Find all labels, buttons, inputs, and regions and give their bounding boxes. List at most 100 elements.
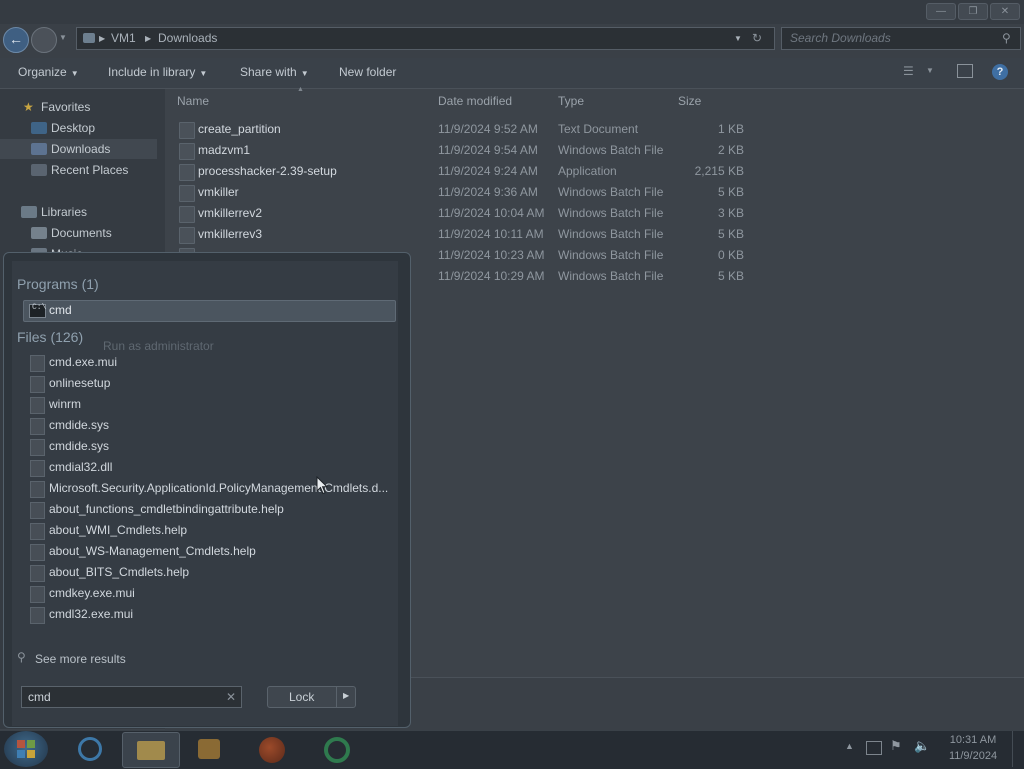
chevron-down-icon: ▼ — [300, 69, 309, 78]
nav-documents-label: Documents — [51, 226, 112, 240]
file-result-label: about_WS-Management_Cmdlets.help — [49, 544, 256, 558]
file-type: Windows Batch File — [558, 248, 664, 262]
start-button[interactable] — [4, 731, 48, 767]
clock-time: 10:31 AM — [949, 734, 997, 746]
file-result-item[interactable]: cmdl32.exe.mui — [30, 604, 395, 625]
column-header-name[interactable]: Name — [177, 94, 209, 108]
file-name: vmkillerrev2 — [198, 206, 263, 220]
search-icon[interactable]: ⚲ — [1002, 28, 1011, 49]
start-search-input[interactable]: cmd ✕ — [21, 686, 242, 708]
show-desktop-button[interactable] — [1012, 731, 1024, 767]
file-result-item[interactable]: cmd.exe.mui — [30, 352, 395, 373]
file-row[interactable]: processhacker-2.39-setup 11/9/2024 9:24 A… — [175, 161, 755, 182]
recent-places-icon — [31, 164, 47, 176]
command-prompt-icon: C:\ — [29, 303, 47, 318]
file-result-item[interactable]: cmdide.sys — [30, 436, 395, 457]
file-date-modified: 11/9/2024 9:36 AM — [438, 185, 538, 199]
file-result-item[interactable]: cmdial32.dll — [30, 457, 395, 478]
view-options-icon[interactable]: ☰ — [903, 64, 914, 78]
back-button[interactable]: ← — [3, 27, 29, 53]
search-input[interactable]: Search Downloads ⚲ — [781, 27, 1021, 50]
prompt-glyph: C:\ — [32, 303, 47, 312]
file-date-modified: 11/9/2024 9:52 AM — [438, 122, 538, 136]
organize-button[interactable]: Organize ▼ — [18, 65, 79, 79]
file-result-label: about_WMI_Cmdlets.help — [49, 523, 188, 537]
network-icon[interactable] — [866, 741, 882, 755]
file-result-item[interactable]: about_BITS_Cmdlets.help — [30, 562, 395, 583]
file-result-label: onlinesetup — [49, 376, 111, 390]
file-row[interactable]: vmkillerrev2 11/9/2024 10:04 AM Windows Ba… — [175, 203, 755, 224]
file-date-modified: 11/9/2024 10:29 AM — [438, 269, 545, 283]
search-placeholder: Search Downloads — [790, 31, 891, 45]
taskbar-windows-explorer[interactable] — [122, 732, 180, 768]
file-result-item[interactable]: about_WS-Management_Cmdlets.help — [30, 541, 395, 562]
file-result-item[interactable]: cmdide.sys — [30, 415, 395, 436]
address-bar[interactable]: ▶ VM1 ▶ Downloads ▼ ↻ — [76, 27, 775, 50]
file-icon — [30, 355, 45, 372]
nav-recent-places[interactable]: Recent Places — [0, 160, 160, 180]
nav-favorites[interactable]: ★ Favorites — [0, 97, 160, 117]
taskbar-internet-explorer[interactable] — [63, 732, 119, 766]
new-folder-button[interactable]: New folder — [339, 65, 396, 79]
file-type: Windows Batch File — [558, 185, 664, 199]
file-result-item[interactable]: Microsoft.Security.ApplicationId.PolicyM… — [30, 478, 395, 499]
file-result-item[interactable]: onlinesetup — [30, 373, 395, 394]
new-folder-label: New folder — [339, 65, 397, 79]
minimize-button[interactable]: — — [926, 3, 956, 20]
column-header-type[interactable]: Type — [558, 94, 584, 108]
file-size: 2 KB — [717, 143, 744, 157]
lock-button[interactable]: Lock ▶ — [267, 686, 356, 708]
nav-libraries[interactable]: Libraries — [0, 202, 160, 222]
application-icon — [179, 164, 195, 181]
include-in-library-button[interactable]: Include in library ▼ — [108, 65, 207, 79]
file-type: Windows Batch File — [558, 227, 664, 241]
green-circle-app-icon — [324, 737, 350, 763]
column-header-size[interactable]: Size — [678, 94, 701, 108]
recent-pages-chevron-icon[interactable]: ▼ — [59, 33, 67, 42]
restore-button[interactable]: ❐ — [958, 3, 988, 20]
address-dropdown-icon[interactable]: ▼ — [734, 28, 742, 49]
help-icon[interactable]: ? — [992, 64, 1008, 80]
forward-button[interactable] — [31, 27, 57, 53]
refresh-icon[interactable]: ↻ — [752, 28, 762, 49]
preview-pane-icon[interactable] — [957, 64, 973, 78]
nav-documents[interactable]: Documents — [0, 223, 160, 243]
nav-downloads[interactable]: Downloads — [0, 139, 157, 159]
shutdown-options-chevron-icon[interactable]: ▶ — [343, 691, 349, 700]
breadcrumb-item-downloads[interactable]: Downloads — [158, 28, 217, 49]
breadcrumb-item-vm1[interactable]: VM1 — [111, 28, 136, 49]
action-center-flag-icon[interactable]: ⚑ — [890, 738, 902, 754]
taskbar-app-green[interactable] — [310, 732, 366, 766]
file-result-label: cmdial32.dll — [49, 460, 113, 474]
taskbar-firefox[interactable] — [245, 732, 301, 766]
share-with-button[interactable]: Share with ▼ — [240, 65, 309, 79]
taskbar-media-player[interactable] — [181, 732, 237, 766]
close-button[interactable]: ✕ — [990, 3, 1020, 20]
file-row[interactable]: create_partition 11/9/2024 9:52 AM Text Do… — [175, 119, 755, 140]
file-icon — [30, 376, 45, 393]
program-result-cmd[interactable]: C:\ cmd — [23, 300, 396, 322]
file-date-modified: 11/9/2024 10:11 AM — [438, 227, 544, 241]
arrow-left-icon: ← — [9, 31, 23, 47]
file-icon — [30, 607, 45, 624]
volume-icon[interactable]: 🔈 — [914, 738, 930, 754]
see-more-label: See more results — [35, 652, 126, 666]
media-player-icon — [198, 739, 220, 759]
file-row[interactable]: vmkillerrev3 11/9/2024 10:11 AM Windows Ba… — [175, 224, 755, 245]
file-result-item[interactable]: about_functions_cmdletbindingattribute.h… — [30, 499, 395, 520]
file-result-label: cmdide.sys — [49, 418, 110, 432]
file-result-item[interactable]: about_WMI_Cmdlets.help — [30, 520, 395, 541]
show-hidden-icons-chevron-icon[interactable]: ▲ — [845, 741, 854, 751]
batch-file-icon — [179, 227, 195, 244]
file-result-item[interactable]: winrm — [30, 394, 395, 415]
column-header-date-modified[interactable]: Date modified — [438, 94, 512, 108]
clock[interactable]: 10:31 AM 11/9/2024 — [940, 733, 1006, 765]
windows-logo-icon-q3 — [17, 750, 25, 758]
file-result-item[interactable]: cmdkey.exe.mui — [30, 583, 395, 604]
file-row[interactable]: vmkiller 11/9/2024 9:36 AM Windows Batch F… — [175, 182, 755, 203]
file-row[interactable]: madzvm1 11/9/2024 9:54 AM Windows Batch Fi… — [175, 140, 755, 161]
clear-search-icon[interactable]: ✕ — [226, 687, 236, 707]
mouse-cursor-icon — [316, 476, 328, 495]
view-chevron-icon[interactable]: ▼ — [926, 66, 934, 75]
nav-desktop[interactable]: Desktop — [0, 118, 160, 138]
